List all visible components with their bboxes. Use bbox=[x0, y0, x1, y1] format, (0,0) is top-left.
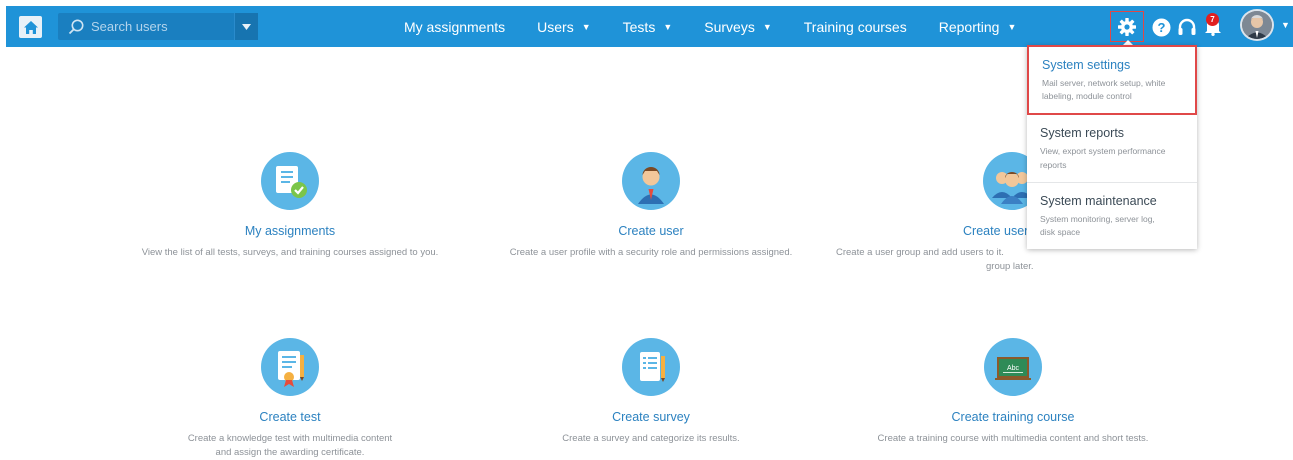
menu-item-description-line: System monitoring, server log, bbox=[1040, 213, 1155, 224]
tile-description-line: and assign the awarding certificate. bbox=[215, 446, 365, 458]
svg-text:Abc: Abc bbox=[1007, 365, 1020, 372]
chevron-down-icon[interactable]: ▼ bbox=[1281, 20, 1290, 30]
settings-button[interactable] bbox=[1110, 11, 1144, 42]
menu-item-title: System reports bbox=[1040, 126, 1125, 141]
gear-icon bbox=[1118, 17, 1136, 36]
nav-label: Users bbox=[537, 18, 574, 35]
training-course-icon: Abc bbox=[984, 338, 1042, 396]
nav-users[interactable]: Users ▼ bbox=[537, 19, 590, 35]
tile-description: View the list of all tests, surveys, and… bbox=[141, 247, 439, 258]
test-icon bbox=[261, 338, 319, 396]
main-nav: My assignments Users ▼ Tests ▼ Surveys ▼… bbox=[404, 6, 1048, 47]
tile-description: Create a survey and categorize its resul… bbox=[562, 433, 740, 444]
nav-label: My assignments bbox=[404, 18, 506, 35]
chevron-down-icon: ▼ bbox=[762, 21, 772, 32]
menu-item-title: System maintenance bbox=[1040, 193, 1157, 208]
tile-create-survey[interactable]: Create survey Create a survey and catego… bbox=[530, 338, 772, 446]
chevron-down-icon bbox=[242, 23, 251, 30]
menu-item-description-line: disk space bbox=[1040, 226, 1081, 237]
menu-item-description: Mail server, network setup, white labeli… bbox=[1042, 77, 1183, 103]
home-icon bbox=[23, 20, 38, 34]
home-button[interactable] bbox=[19, 16, 42, 38]
menu-item-description: System monitoring, server log, disk spac… bbox=[1040, 213, 1185, 239]
notification-badge: 7 bbox=[1206, 13, 1219, 26]
menu-item-title: System settings bbox=[1042, 58, 1131, 72]
tile-title[interactable]: Create survey bbox=[530, 410, 772, 424]
tile-description: Create a user profile with a security ro… bbox=[509, 247, 793, 258]
nav-label: Reporting bbox=[938, 18, 1000, 35]
tile-create-user[interactable]: Create user Create a user profile with a… bbox=[486, 152, 816, 260]
nav-training-courses[interactable]: Training courses bbox=[804, 19, 907, 35]
search-filter-dropdown[interactable] bbox=[234, 13, 258, 40]
assignments-icon bbox=[261, 152, 319, 210]
avatar[interactable] bbox=[1240, 9, 1274, 41]
menu-item-description-line: reports bbox=[1040, 159, 1067, 170]
help-button[interactable]: ? bbox=[1150, 16, 1172, 38]
nav-tests[interactable]: Tests ▼ bbox=[623, 19, 673, 35]
menu-item-system-maintenance[interactable]: System maintenance System monitoring, se… bbox=[1027, 183, 1197, 249]
chevron-down-icon: ▼ bbox=[1007, 21, 1017, 32]
tile-title[interactable]: Create test bbox=[160, 410, 420, 424]
nav-my-assignments[interactable]: My assignments bbox=[404, 19, 505, 35]
user-icon bbox=[622, 152, 680, 210]
chevron-down-icon: ▼ bbox=[581, 21, 591, 32]
support-button[interactable] bbox=[1176, 16, 1198, 38]
nav-label: Training courses bbox=[803, 18, 907, 35]
tile-description: Create a user group and add users to it.… bbox=[836, 246, 1186, 275]
nav-surveys[interactable]: Surveys ▼ bbox=[704, 19, 772, 35]
system-menu-dropdown: System settings Mail server, network set… bbox=[1027, 45, 1197, 250]
menu-item-description-line: Mail server, network setup, white bbox=[1042, 78, 1166, 88]
nav-label: Tests bbox=[622, 18, 656, 35]
headset-icon bbox=[1178, 18, 1196, 35]
tile-create-training-course[interactable]: Abc Create training course Create a trai… bbox=[852, 338, 1174, 446]
user-photo-icon bbox=[1242, 11, 1272, 39]
tile-description: Create a knowledge test with multimedia … bbox=[160, 432, 420, 460]
nav-reporting[interactable]: Reporting ▼ bbox=[939, 19, 1017, 35]
tile-create-test[interactable]: Create test Create a knowledge test with… bbox=[160, 338, 420, 460]
tile-description: Create a training course with multimedia… bbox=[877, 433, 1149, 444]
help-icon: ? bbox=[1152, 18, 1170, 36]
search-users-box bbox=[58, 13, 258, 40]
tile-description-line: group later. bbox=[986, 261, 1034, 273]
tile-title[interactable]: Create user bbox=[486, 224, 816, 238]
nav-label: Surveys bbox=[704, 18, 755, 35]
menu-item-system-settings[interactable]: System settings Mail server, network set… bbox=[1027, 45, 1197, 116]
menu-item-description-line: labeling, module control bbox=[1042, 91, 1132, 102]
menu-item-description: View, export system performance reports bbox=[1040, 145, 1185, 171]
tile-title[interactable]: Create training course bbox=[852, 410, 1174, 424]
menu-item-system-reports[interactable]: System reports View, export system perfo… bbox=[1027, 115, 1197, 183]
survey-icon bbox=[622, 338, 680, 396]
tile-my-assignments[interactable]: My assignments View the list of all test… bbox=[120, 152, 460, 260]
tile-description-line: Create a knowledge test with multimedia … bbox=[187, 433, 393, 444]
svg-text:?: ? bbox=[1157, 20, 1165, 35]
tile-title[interactable]: My assignments bbox=[120, 224, 460, 238]
top-navbar: My assignments Users ▼ Tests ▼ Surveys ▼… bbox=[6, 6, 1293, 47]
menu-item-description-line: View, export system performance bbox=[1040, 146, 1166, 157]
search-icon[interactable] bbox=[67, 18, 85, 36]
chevron-down-icon: ▼ bbox=[663, 21, 673, 32]
search-input[interactable] bbox=[91, 19, 231, 34]
